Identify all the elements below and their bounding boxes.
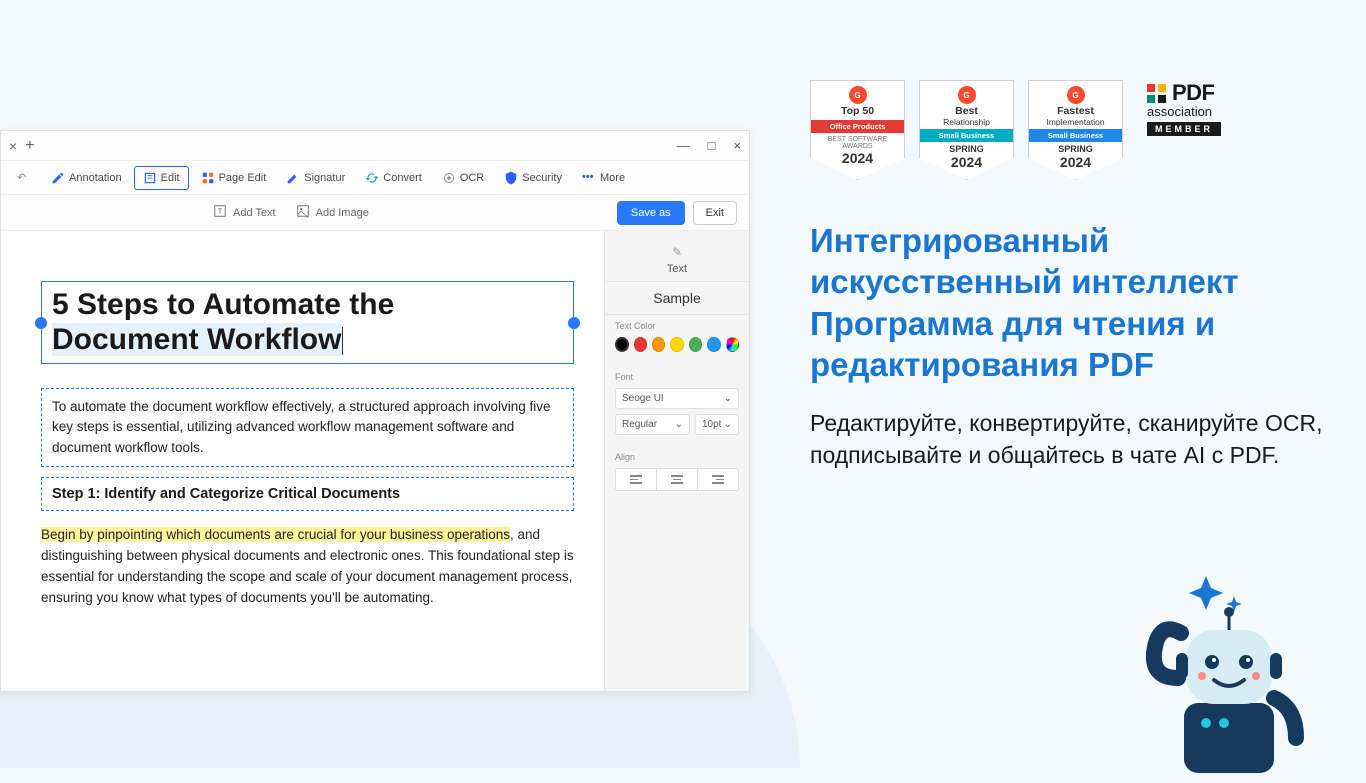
chevron-down-icon: ⌄ bbox=[724, 419, 732, 430]
edit-label: Edit bbox=[161, 172, 180, 184]
highlighted-text: Begin by pinpointing which documents are… bbox=[41, 527, 510, 542]
intro-paragraph-box[interactable]: To automate the document workflow effect… bbox=[41, 388, 574, 467]
font-weight-select[interactable]: Regular ⌄ bbox=[615, 414, 690, 435]
add-image-icon bbox=[296, 204, 310, 221]
ocr-label: OCR bbox=[460, 172, 484, 184]
g2-logo-icon: G bbox=[849, 86, 867, 104]
align-right-button[interactable] bbox=[698, 469, 738, 490]
save-as-button[interactable]: Save as bbox=[617, 201, 685, 225]
properties-panel: ✎ Text Sample Text Color bbox=[604, 231, 749, 691]
main-toolbar: ↶ Annotation Edit bbox=[1, 161, 749, 195]
add-image-button[interactable]: Add Image bbox=[296, 204, 369, 221]
marketing-subhead: Редактируйте, конвертируйте, сканируйте … bbox=[810, 407, 1326, 471]
shield-icon bbox=[504, 171, 518, 185]
color-yellow[interactable] bbox=[670, 337, 683, 352]
intro-text: To automate the document workflow effect… bbox=[52, 397, 563, 458]
undo-icon: ↶ bbox=[17, 171, 31, 185]
undo-button[interactable]: ↶ bbox=[9, 167, 39, 189]
convert-button[interactable]: Convert bbox=[357, 167, 430, 189]
color-red[interactable] bbox=[634, 337, 647, 352]
color-blue[interactable] bbox=[707, 337, 720, 352]
app-window: × + — □ × ↶ Annotation bbox=[0, 130, 750, 692]
pdf-text: PDF bbox=[1172, 80, 1215, 106]
sample-preview: Sample bbox=[605, 282, 749, 315]
annotation-label: Annotation bbox=[69, 172, 122, 184]
tab-add-icon[interactable]: + bbox=[25, 137, 34, 155]
robot-illustration bbox=[1086, 558, 1316, 778]
panel-text-label: Text bbox=[615, 263, 739, 275]
page-edit-icon bbox=[201, 171, 215, 185]
add-text-icon: T bbox=[213, 204, 227, 221]
annotation-button[interactable]: Annotation bbox=[43, 167, 130, 189]
body-paragraph: Begin by pinpointing which documents are… bbox=[41, 525, 574, 609]
convert-label: Convert bbox=[383, 172, 422, 184]
color-orange[interactable] bbox=[652, 337, 665, 352]
window-titlebar: × + — □ × bbox=[1, 131, 749, 161]
pdf-squares-icon bbox=[1147, 84, 1166, 103]
exit-button[interactable]: Exit bbox=[693, 201, 737, 225]
color-green[interactable] bbox=[689, 337, 702, 352]
more-button[interactable]: ••• More bbox=[574, 167, 633, 189]
page-edit-label: Page Edit bbox=[219, 172, 267, 184]
g2-logo-icon: G bbox=[1067, 86, 1085, 104]
chevron-down-icon: ⌄ bbox=[724, 393, 732, 404]
more-icon: ••• bbox=[582, 171, 596, 185]
step1-heading: Step 1: Identify and Categorize Critical… bbox=[52, 486, 563, 502]
page-edit-button[interactable]: Page Edit bbox=[193, 167, 275, 189]
member-badge: MEMBER bbox=[1147, 122, 1221, 136]
pen-icon bbox=[51, 171, 65, 185]
title-selection-box[interactable]: 5 Steps to Automate the Document Workflo… bbox=[41, 281, 574, 364]
ocr-icon bbox=[442, 171, 456, 185]
add-text-label: Add Text bbox=[233, 207, 276, 219]
color-picker-row bbox=[615, 337, 739, 352]
more-label: More bbox=[600, 172, 625, 184]
badges-row: G Top 50 Office Products BEST SOFTWARE A… bbox=[810, 80, 1326, 180]
align-label: Align bbox=[615, 452, 739, 462]
add-text-button[interactable]: T Add Text bbox=[213, 204, 276, 221]
color-rainbow[interactable] bbox=[726, 337, 739, 352]
edit-button[interactable]: Edit bbox=[134, 166, 189, 190]
edit-icon bbox=[143, 171, 157, 185]
window-maximize-button[interactable]: □ bbox=[708, 138, 716, 153]
font-label: Font bbox=[615, 372, 739, 382]
align-center-button[interactable] bbox=[657, 469, 698, 490]
badge-fastest-implementation: G Fastest Implementation Small Business … bbox=[1028, 80, 1123, 180]
association-text: association bbox=[1147, 104, 1212, 119]
align-right-icon bbox=[712, 475, 724, 484]
align-left-button[interactable] bbox=[616, 469, 657, 490]
align-left-icon bbox=[630, 475, 642, 484]
tab-close-icon[interactable]: × bbox=[9, 138, 17, 154]
marketing-headline: Интегрированный искусственный интеллект … bbox=[810, 220, 1326, 385]
text-color-label: Text Color bbox=[615, 321, 739, 331]
align-center-icon bbox=[671, 475, 683, 484]
chevron-down-icon: ⌄ bbox=[675, 419, 683, 430]
brush-icon: ✎ bbox=[672, 245, 682, 259]
sub-toolbar: T Add Text Add Image Save as Exit bbox=[1, 195, 749, 231]
window-minimize-button[interactable]: — bbox=[677, 138, 690, 153]
step-heading-box[interactable]: Step 1: Identify and Categorize Critical… bbox=[41, 477, 574, 511]
badge-best-relationship: G Best Relationship Small Business SPRIN… bbox=[919, 80, 1014, 180]
ocr-button[interactable]: OCR bbox=[434, 167, 492, 189]
signature-label: Signatur bbox=[304, 172, 345, 184]
svg-text:T: T bbox=[218, 208, 223, 215]
document-canvas[interactable]: 5 Steps to Automate the Document Workflo… bbox=[1, 231, 604, 691]
color-black[interactable] bbox=[615, 337, 629, 352]
add-image-label: Add Image bbox=[316, 207, 369, 219]
pdf-association-badge: PDF association MEMBER bbox=[1147, 80, 1221, 136]
convert-icon bbox=[365, 171, 379, 185]
g2-logo-icon: G bbox=[958, 86, 976, 104]
security-button[interactable]: Security bbox=[496, 167, 570, 189]
window-close-button[interactable]: × bbox=[733, 138, 741, 153]
document-title: 5 Steps to Automate the Document Workflo… bbox=[52, 288, 563, 357]
font-family-select[interactable]: Seoge UI ⌄ bbox=[615, 388, 739, 409]
marketing-section: G Top 50 Office Products BEST SOFTWARE A… bbox=[750, 0, 1366, 768]
signature-button[interactable]: Signatur bbox=[278, 167, 353, 189]
editor-area: 5 Steps to Automate the Document Workflo… bbox=[1, 231, 749, 691]
signature-icon bbox=[286, 171, 300, 185]
security-label: Security bbox=[522, 172, 562, 184]
font-size-select[interactable]: 10pt ⌄ bbox=[695, 414, 739, 435]
badge-top50: G Top 50 Office Products BEST SOFTWARE A… bbox=[810, 80, 905, 180]
